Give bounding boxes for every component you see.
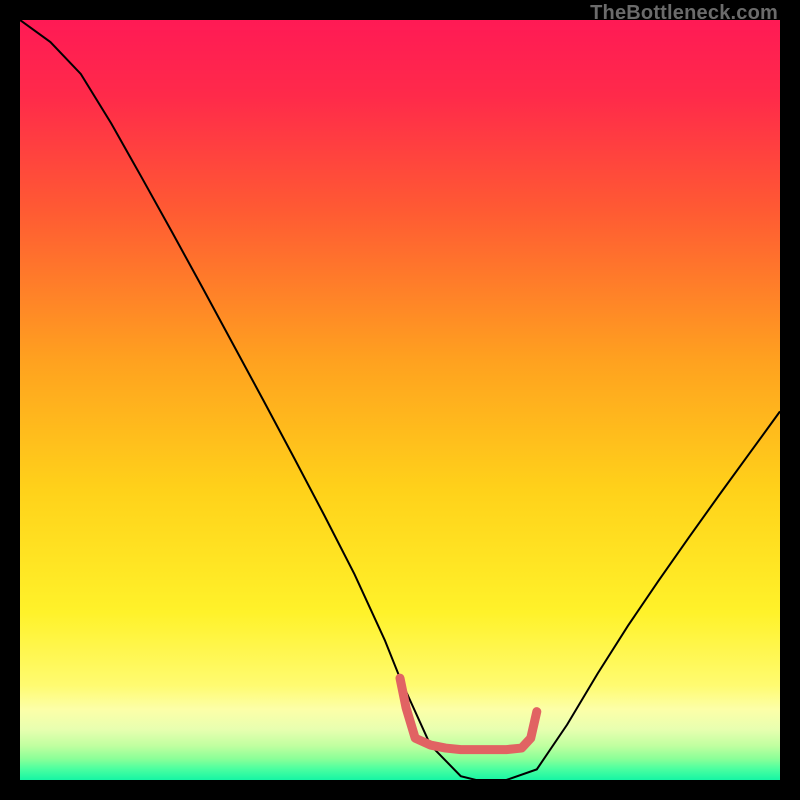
plot-area bbox=[20, 20, 780, 780]
bottleneck-chart bbox=[20, 20, 780, 780]
watermark-text: TheBottleneck.com bbox=[590, 2, 778, 25]
chart-frame: TheBottleneck.com bbox=[0, 0, 800, 800]
gradient-background bbox=[20, 20, 780, 780]
